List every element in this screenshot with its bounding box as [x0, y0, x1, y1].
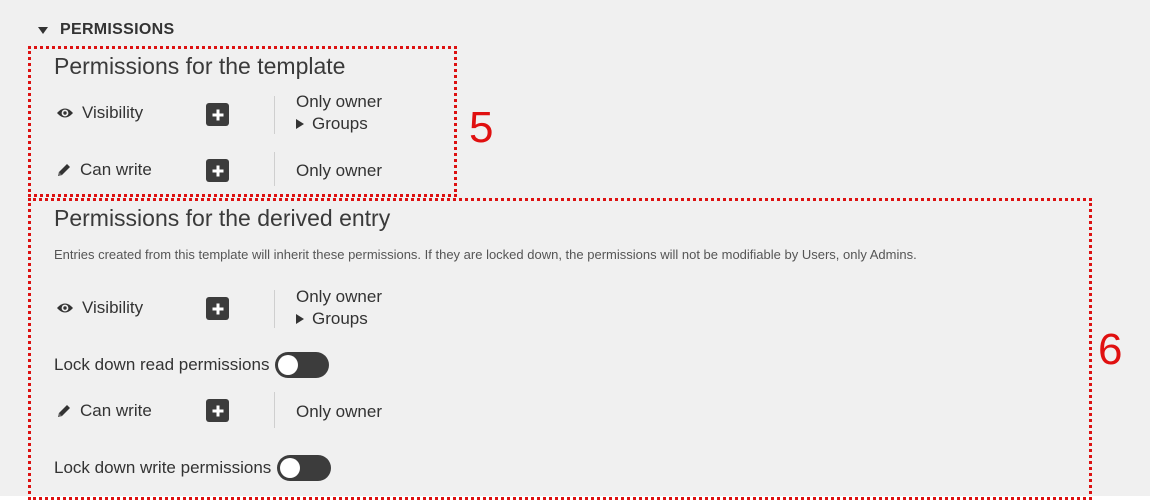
lock-write-toggle[interactable] [277, 455, 332, 481]
derived-permissions-description: Entries created from this template will … [54, 247, 917, 262]
lock-read-toggle[interactable] [275, 352, 330, 378]
divider [274, 290, 275, 328]
divider [274, 96, 275, 134]
eye-icon [56, 301, 74, 315]
visibility-groups-toggle[interactable]: Groups [296, 114, 368, 134]
write-owner-text: Only owner [296, 161, 382, 180]
lock-write-row: Lock down write permissions [54, 455, 332, 481]
caret-down-icon [38, 26, 48, 34]
divider [274, 152, 275, 186]
add-derived-visibility-button[interactable] [206, 297, 229, 320]
derived-visibility-groups-toggle[interactable]: Groups [296, 309, 368, 329]
section-title: PERMISSIONS [60, 21, 175, 38]
lock-read-row: Lock down read permissions [54, 352, 330, 378]
eye-icon [56, 106, 74, 120]
template-can-write-label: Can write [56, 160, 152, 180]
add-derived-write-button[interactable] [206, 399, 229, 422]
caret-right-icon [296, 314, 304, 324]
pencil-icon [56, 403, 72, 419]
pencil-icon [56, 162, 72, 178]
add-write-permission-button[interactable] [206, 159, 229, 182]
callout-5: 5 [469, 103, 494, 152]
toggle-knob [278, 355, 299, 375]
derived-can-write-label: Can write [56, 401, 152, 421]
derived-visibility-label: Visibility [56, 298, 143, 318]
divider [274, 392, 275, 428]
derived-visibility-owner-text: Only owner [296, 287, 382, 306]
callout-6: 6 [1098, 325, 1123, 374]
derived-write-owner-text: Only owner [296, 402, 382, 421]
derived-permissions-title: Permissions for the derived entry [54, 205, 391, 231]
visibility-owner-text: Only owner [296, 92, 382, 111]
caret-right-icon [296, 119, 304, 129]
template-permissions-title: Permissions for the template [54, 53, 346, 79]
template-visibility-label: Visibility [56, 103, 143, 123]
permissions-section-header[interactable]: PERMISSIONS [38, 19, 174, 41]
add-visibility-button[interactable] [206, 103, 229, 126]
toggle-knob [280, 458, 301, 478]
lock-read-label: Lock down read permissions [54, 355, 270, 374]
lock-write-label: Lock down write permissions [54, 458, 272, 477]
permissions-panel: PERMISSIONS 5 Permissions for the templa… [0, 0, 1150, 500]
